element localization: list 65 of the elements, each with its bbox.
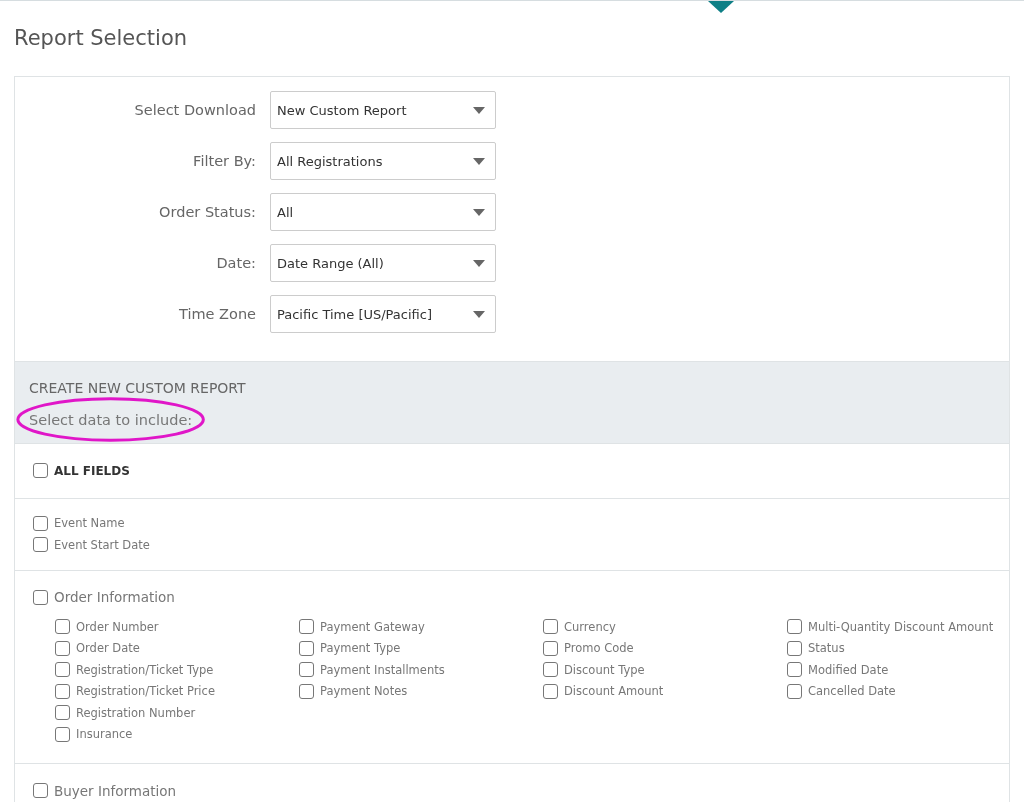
checkbox[interactable] <box>543 662 558 678</box>
page-title: Report Selection <box>14 25 188 52</box>
checkbox-label: ALL FIELDS <box>54 463 130 478</box>
checkbox-label: Discount Amount <box>564 684 664 699</box>
pointer-triangle-icon <box>708 1 734 13</box>
checkbox[interactable] <box>33 589 48 605</box>
checkbox[interactable] <box>55 619 70 635</box>
checkbox-label: Modified Date <box>808 662 889 677</box>
caret-icon <box>473 106 485 114</box>
field-label: Date: <box>215 255 256 271</box>
checkbox-label: Payment Gateway <box>320 619 425 634</box>
checkbox[interactable] <box>543 640 558 656</box>
checkbox[interactable] <box>543 683 558 699</box>
dropdown[interactable]: Pacific Time [US/Pacific] <box>270 295 496 333</box>
checkbox-label: Cancelled Date <box>808 684 896 699</box>
checkbox-label: Payment Notes <box>320 684 408 699</box>
checkbox-label: Currency <box>564 619 616 634</box>
checkbox[interactable] <box>787 619 802 635</box>
checkbox[interactable] <box>299 619 314 635</box>
checkbox[interactable] <box>33 783 48 799</box>
checkbox[interactable] <box>787 662 802 678</box>
checkbox[interactable] <box>55 705 70 721</box>
dropdown[interactable]: All <box>270 193 496 231</box>
checkbox[interactable] <box>55 640 70 656</box>
checkbox[interactable] <box>55 662 70 678</box>
checkbox[interactable] <box>299 662 314 678</box>
caret-icon <box>473 208 485 216</box>
checkbox-label: Payment Installments <box>320 662 445 677</box>
checkbox[interactable] <box>55 726 70 742</box>
caret-icon <box>473 259 485 267</box>
checkbox-label: Payment Type <box>320 641 401 656</box>
checkbox-label: Order Date <box>76 641 140 656</box>
checkbox[interactable] <box>787 640 802 656</box>
checkbox[interactable] <box>787 683 802 699</box>
field-label: Time Zone <box>178 306 256 322</box>
checkbox-label: Event Start Date <box>54 537 150 552</box>
checkbox-label: Insurance <box>76 727 133 742</box>
checkbox-label: Registration Number <box>76 705 196 720</box>
checkbox-label: Status <box>808 641 845 656</box>
checkbox[interactable] <box>33 463 48 479</box>
checkbox[interactable] <box>299 640 314 656</box>
field-label: Select Download <box>133 102 256 118</box>
checkbox[interactable] <box>299 683 314 699</box>
section-title: CREATE NEW CUSTOM REPORT <box>29 380 247 396</box>
checkbox-label: Registration/Ticket Price <box>76 684 215 699</box>
checkbox[interactable] <box>55 683 70 699</box>
caret-icon <box>473 157 485 165</box>
checkbox-label: Promo Code <box>564 641 634 656</box>
checkbox-label: Discount Type <box>564 662 645 677</box>
section-subtitle: Select data to include: <box>29 412 193 428</box>
checkbox[interactable] <box>33 515 48 531</box>
field-label: Order Status: <box>158 204 256 220</box>
checkbox-label: Order Information <box>54 589 175 606</box>
checkbox-label: Buyer Information <box>54 782 177 799</box>
field-label: Filter By: <box>192 153 256 169</box>
checkbox-label: Multi-Quantity Discount Amount <box>808 619 994 634</box>
dropdown[interactable]: All Registrations <box>270 142 496 180</box>
checkbox-label: Event Name <box>54 516 125 531</box>
checkbox-label: Registration/Ticket Type <box>76 662 214 677</box>
dropdown[interactable]: New Custom Report <box>270 91 496 129</box>
checkbox[interactable] <box>33 537 48 553</box>
caret-icon <box>473 310 485 318</box>
dropdown[interactable]: Date Range (All) <box>270 244 496 282</box>
checkbox[interactable] <box>543 619 558 635</box>
checkbox-label: Order Number <box>76 619 159 634</box>
